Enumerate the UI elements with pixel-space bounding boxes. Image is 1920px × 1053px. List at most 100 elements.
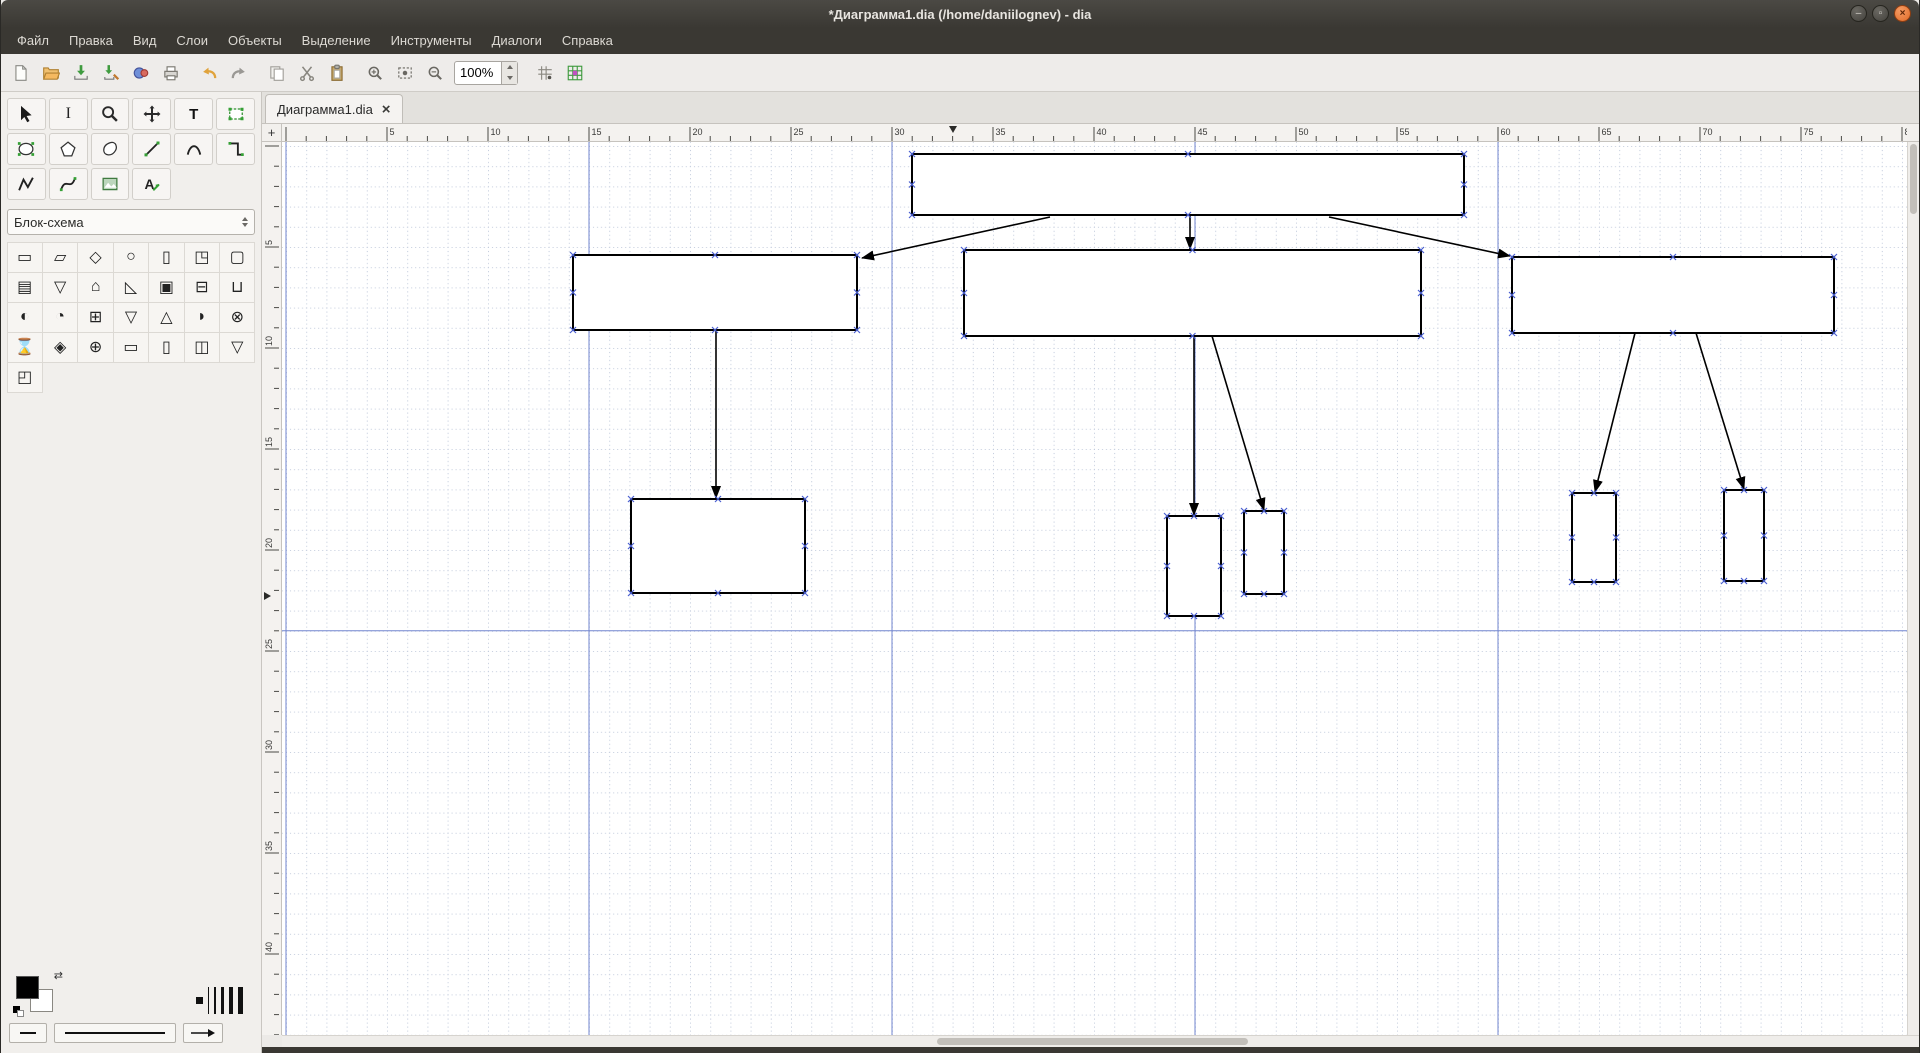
zoom-fit-button[interactable] <box>391 59 419 87</box>
canvas-surface[interactable] <box>282 142 1907 1035</box>
diagram-box[interactable] <box>631 499 805 593</box>
shape-cell-13[interactable]: ⊔ <box>219 272 255 303</box>
shape-cell-21[interactable]: ⌛ <box>7 332 43 363</box>
menu-item-Выделение[interactable]: Выделение <box>292 28 381 54</box>
diagram-box[interactable] <box>573 255 857 330</box>
zoom-input[interactable] <box>455 62 501 84</box>
sheet-selector[interactable]: Блок-схема <box>7 209 255 235</box>
shape-cell-8[interactable]: ▽ <box>42 272 78 303</box>
tool-ellipse[interactable] <box>7 133 46 165</box>
shape-cell-20[interactable]: ⊗ <box>219 302 255 333</box>
tool-text[interactable]: T <box>174 98 213 130</box>
zoom-spin-down[interactable] <box>502 73 517 84</box>
line-width-2[interactable] <box>214 987 216 1014</box>
diagram-canvas-svg[interactable] <box>282 142 1907 1035</box>
diagram-box[interactable] <box>964 250 1421 336</box>
save-as-button[interactable] <box>97 59 125 87</box>
swap-colors-icon[interactable]: ⇄ <box>54 969 63 982</box>
menu-item-Справка[interactable]: Справка <box>552 28 623 54</box>
menu-item-Правка[interactable]: Правка <box>59 28 123 54</box>
shape-cell-15[interactable]: ◔ <box>42 302 78 333</box>
tool-bezierline[interactable] <box>49 168 88 200</box>
diagram-box[interactable] <box>1512 257 1834 333</box>
line-width-4[interactable] <box>229 987 233 1014</box>
tool-polyline[interactable] <box>7 168 46 200</box>
v-scrollbar[interactable] <box>1907 142 1919 1035</box>
begin-arrow-selector[interactable] <box>9 1023 47 1043</box>
tool-polygon[interactable] <box>49 133 88 165</box>
end-arrow-selector[interactable] <box>183 1023 223 1043</box>
line-width-3[interactable] <box>221 987 224 1014</box>
menu-item-Файл[interactable]: Файл <box>7 28 59 54</box>
line-width-1[interactable] <box>208 987 209 1014</box>
color-selector[interactable]: ⇄ <box>13 969 69 1017</box>
line-style-selector[interactable] <box>54 1023 176 1043</box>
diagram-box[interactable] <box>1572 493 1616 582</box>
h-scrollbar-thumb[interactable] <box>937 1038 1248 1045</box>
ruler-origin-button[interactable]: + <box>262 124 282 142</box>
shape-cell-27[interactable]: ▽ <box>219 332 255 363</box>
tool-line[interactable] <box>132 133 171 165</box>
new-diagram-button[interactable] <box>7 59 35 87</box>
shape-cell-28[interactable]: ◰ <box>7 362 43 393</box>
line-width-5[interactable] <box>238 987 243 1014</box>
tool-box[interactable] <box>216 98 255 130</box>
shape-cell-3[interactable]: ○ <box>113 242 149 273</box>
shape-cell-16[interactable]: ⊞ <box>77 302 113 333</box>
diagram-box[interactable] <box>1244 511 1284 594</box>
h-scrollbar[interactable] <box>282 1035 1919 1047</box>
foreground-color-swatch[interactable] <box>16 976 39 999</box>
tab-close-icon[interactable]: × <box>382 102 391 117</box>
zoom-in-button[interactable] <box>361 59 389 87</box>
tool-outline[interactable]: A <box>132 168 171 200</box>
menu-item-Вид[interactable]: Вид <box>123 28 167 54</box>
shape-cell-9[interactable]: ⌂ <box>77 272 113 303</box>
shape-cell-0[interactable]: ▭ <box>7 242 43 273</box>
diagram-box[interactable] <box>912 154 1464 215</box>
shape-cell-14[interactable]: ◐ <box>7 302 43 333</box>
menu-item-Инструменты[interactable]: Инструменты <box>381 28 482 54</box>
maximize-button[interactable]: ▫ <box>1872 5 1889 22</box>
export-button[interactable] <box>127 59 155 87</box>
shape-cell-6[interactable]: ▢ <box>219 242 255 273</box>
shape-cell-10[interactable]: ◺ <box>113 272 149 303</box>
show-grid-toggle[interactable] <box>561 59 589 87</box>
shape-cell-12[interactable]: ⊟ <box>184 272 220 303</box>
v-ruler[interactable]: 510152025303540 <box>262 142 282 1035</box>
tool-text-edit[interactable]: I <box>49 98 88 130</box>
undo-button[interactable] <box>195 59 223 87</box>
shape-cell-24[interactable]: ▭ <box>113 332 149 363</box>
zoom-spin-up[interactable] <box>502 62 517 73</box>
line-width-selector[interactable] <box>196 983 243 1017</box>
paste-button[interactable] <box>323 59 351 87</box>
shape-cell-5[interactable]: ◳ <box>184 242 220 273</box>
tool-magnify[interactable] <box>91 98 130 130</box>
snap-to-grid-toggle[interactable] <box>531 59 559 87</box>
shape-cell-23[interactable]: ⊕ <box>77 332 113 363</box>
open-diagram-button[interactable] <box>37 59 65 87</box>
diagram-box[interactable] <box>1167 516 1221 616</box>
redo-button[interactable] <box>225 59 253 87</box>
menu-item-Объекты[interactable]: Объекты <box>218 28 292 54</box>
tool-image[interactable] <box>91 168 130 200</box>
tool-arc[interactable] <box>174 133 213 165</box>
shape-cell-17[interactable]: ▽ <box>113 302 149 333</box>
cut-button[interactable] <box>293 59 321 87</box>
tool-beziergon[interactable] <box>91 133 130 165</box>
diagram-tab[interactable]: Диаграмма1.dia × <box>265 94 403 123</box>
shape-cell-1[interactable]: ▱ <box>42 242 78 273</box>
shape-cell-2[interactable]: ◇ <box>77 242 113 273</box>
h-ruler[interactable]: 5101520253035404550556065707580 <box>282 124 1907 142</box>
minimize-button[interactable]: – <box>1850 5 1867 22</box>
save-button[interactable] <box>67 59 95 87</box>
diagram-box[interactable] <box>1724 490 1764 581</box>
close-button[interactable]: × <box>1894 5 1911 22</box>
shape-cell-25[interactable]: ▯ <box>148 332 184 363</box>
zoom-out-button[interactable] <box>421 59 449 87</box>
shape-cell-4[interactable]: ▯ <box>148 242 184 273</box>
tool-scroll[interactable] <box>132 98 171 130</box>
shape-cell-7[interactable]: ▤ <box>7 272 43 303</box>
shape-cell-19[interactable]: ◗ <box>184 302 220 333</box>
print-button[interactable] <box>157 59 185 87</box>
menu-item-Диалоги[interactable]: Диалоги <box>482 28 552 54</box>
